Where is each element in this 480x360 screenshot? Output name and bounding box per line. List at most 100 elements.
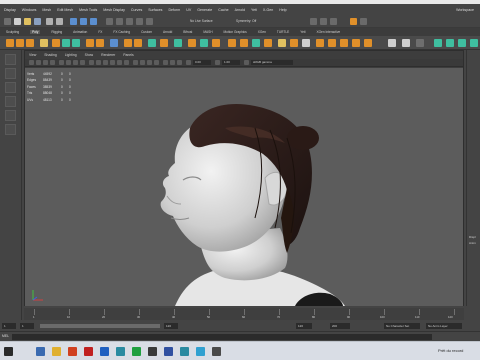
menu-help[interactable]: Help (279, 8, 286, 12)
render-view-icon[interactable] (360, 18, 367, 25)
shelf-tab-xgen[interactable]: XGen (258, 30, 266, 34)
snap-curve-icon[interactable] (116, 18, 123, 25)
start-menu-icon[interactable] (4, 347, 13, 356)
snap-view-plane-icon[interactable] (136, 18, 143, 25)
shelf-tab-arnold[interactable]: Arnold (163, 30, 172, 34)
range-slider[interactable] (40, 324, 160, 328)
shelf-tab-fx-caching[interactable]: FX Caching (113, 30, 130, 34)
settings-icon[interactable] (212, 347, 221, 356)
menu-cache[interactable]: Cache (218, 8, 228, 12)
shelf-cylinder-icon[interactable] (26, 39, 34, 47)
anim-layer-dropdown[interactable]: No Anim Layer (426, 323, 462, 329)
menu-deform[interactable]: Deform (168, 8, 180, 12)
substance-icon[interactable] (196, 347, 205, 356)
wireframe-on-shaded-icon[interactable] (103, 60, 108, 65)
menu-mesh-display[interactable]: Mesh Display (103, 8, 125, 12)
shelf-target-weld-icon[interactable] (174, 39, 182, 47)
shelf-reduce-icon[interactable] (240, 39, 248, 47)
shelf-extrude-icon[interactable] (86, 39, 94, 47)
file-explorer-icon[interactable] (36, 347, 45, 356)
depth-of-field-icon[interactable] (177, 60, 182, 65)
shelf-freeze-icon[interactable] (316, 39, 324, 47)
shelf-center-pivot-icon[interactable] (302, 39, 310, 47)
shelf-plane-icon[interactable] (40, 39, 48, 47)
shelf-merge-icon[interactable] (134, 39, 142, 47)
viewport-menu-view[interactable]: View (29, 53, 36, 57)
viewport-menu-shading[interactable]: Shading (44, 53, 56, 57)
make-live-icon[interactable] (146, 18, 153, 25)
character-set-dropdown[interactable]: No Character Set (384, 323, 420, 329)
shelf-tab-xgen-interactive[interactable]: XGen Interactive (316, 30, 340, 34)
camera-select-icon[interactable] (29, 60, 34, 65)
gate-mask-icon[interactable] (80, 60, 85, 65)
shelf-soften-icon[interactable] (278, 39, 286, 47)
3d-scene[interactable]: Verts 44592 0 0 Edges 88439 0 0 Faces 38… (25, 68, 463, 306)
animation-end-field[interactable]: 200 (330, 323, 350, 329)
app-icon[interactable] (148, 347, 157, 356)
resolution-gate-icon[interactable] (73, 60, 78, 65)
grid-toggle-icon[interactable] (59, 60, 64, 65)
shelf-multi-cut-icon[interactable] (200, 39, 208, 47)
paint-select-tool-icon[interactable] (5, 82, 16, 93)
word-icon[interactable] (100, 347, 109, 356)
photoshop-icon[interactable] (164, 347, 173, 356)
shelf-uv-icon[interactable] (148, 39, 156, 47)
shelf-group-icon[interactable] (340, 39, 348, 47)
bookmark-icon[interactable] (43, 60, 48, 65)
shelf-tab-turtle[interactable]: TURTLE (277, 30, 289, 34)
shelf-layout-1-icon[interactable] (434, 39, 442, 47)
film-gate-icon[interactable] (66, 60, 71, 65)
menu-set-icon[interactable] (4, 18, 11, 25)
open-scene-icon[interactable] (24, 18, 31, 25)
ambient-occlusion-icon[interactable] (163, 60, 168, 65)
shelf-pen-icon[interactable] (388, 39, 396, 47)
shelf-retopo-icon[interactable] (264, 39, 272, 47)
viewport-menu-panels[interactable]: Panels (123, 53, 133, 57)
shelf-fill-hole-icon[interactable] (188, 39, 196, 47)
shelf-duplicate-icon[interactable] (364, 39, 372, 47)
shelf-history-icon[interactable] (328, 39, 336, 47)
zbrush-icon[interactable] (180, 347, 189, 356)
viewport-menu-lighting[interactable]: Lighting (65, 53, 77, 57)
undo-icon[interactable] (46, 18, 53, 25)
ipr-render-icon[interactable] (320, 18, 327, 25)
time-slider[interactable]: 1 10 20 30 40 50 60 70 80 90 100 110 120 (24, 308, 464, 320)
select-component-icon[interactable] (90, 18, 97, 25)
exposure-icon[interactable] (186, 60, 191, 65)
rotate-tool-icon[interactable] (5, 110, 16, 121)
shadows-icon[interactable] (124, 60, 129, 65)
shelf-grid-icon[interactable] (416, 39, 424, 47)
shelf-separate-icon[interactable] (72, 39, 80, 47)
shelf-cube-icon[interactable] (16, 39, 24, 47)
viewport-menu-renderer[interactable]: Renderer (101, 53, 115, 57)
smooth-shade-icon[interactable] (96, 60, 101, 65)
menu-arnold[interactable]: Arnold (235, 8, 245, 12)
menu-xgen[interactable]: X-Gen (263, 8, 273, 12)
hypershade-icon[interactable] (350, 18, 357, 25)
playback-start-field[interactable]: 1 (20, 323, 34, 329)
color-management-icon[interactable] (244, 60, 249, 65)
menu-edit-mesh[interactable]: Edit Mesh (57, 8, 73, 12)
snap-grid-icon[interactable] (106, 18, 113, 25)
camera-attributes-icon[interactable] (36, 60, 41, 65)
anim-layer-label[interactable]: Anim (469, 241, 476, 246)
wireframe-icon[interactable] (89, 60, 94, 65)
redo-icon[interactable] (56, 18, 63, 25)
exposure-field[interactable]: 0.00 (193, 60, 211, 65)
shelf-tab-poly[interactable]: Poly (30, 30, 41, 34)
xray-joints-icon[interactable] (147, 60, 152, 65)
shelf-tab-custom[interactable]: Custom (141, 30, 152, 34)
image-plane-icon[interactable] (50, 60, 55, 65)
shelf-tab-mash[interactable]: MASH (203, 30, 212, 34)
folder-icon[interactable] (52, 347, 61, 356)
shelf-tab-sculpting[interactable]: Sculpting (6, 30, 19, 34)
menu-yeti[interactable]: Yeti (251, 8, 257, 12)
menu-curves[interactable]: Curves (131, 8, 142, 12)
shelf-tab-fx[interactable]: FX (98, 30, 102, 34)
maya-icon[interactable] (116, 347, 125, 356)
mel-input[interactable] (12, 334, 432, 340)
shelf-layout-4-icon[interactable] (470, 39, 478, 47)
shelf-combine-icon[interactable] (62, 39, 70, 47)
xray-icon[interactable] (140, 60, 145, 65)
shelf-boolean-icon[interactable] (228, 39, 236, 47)
